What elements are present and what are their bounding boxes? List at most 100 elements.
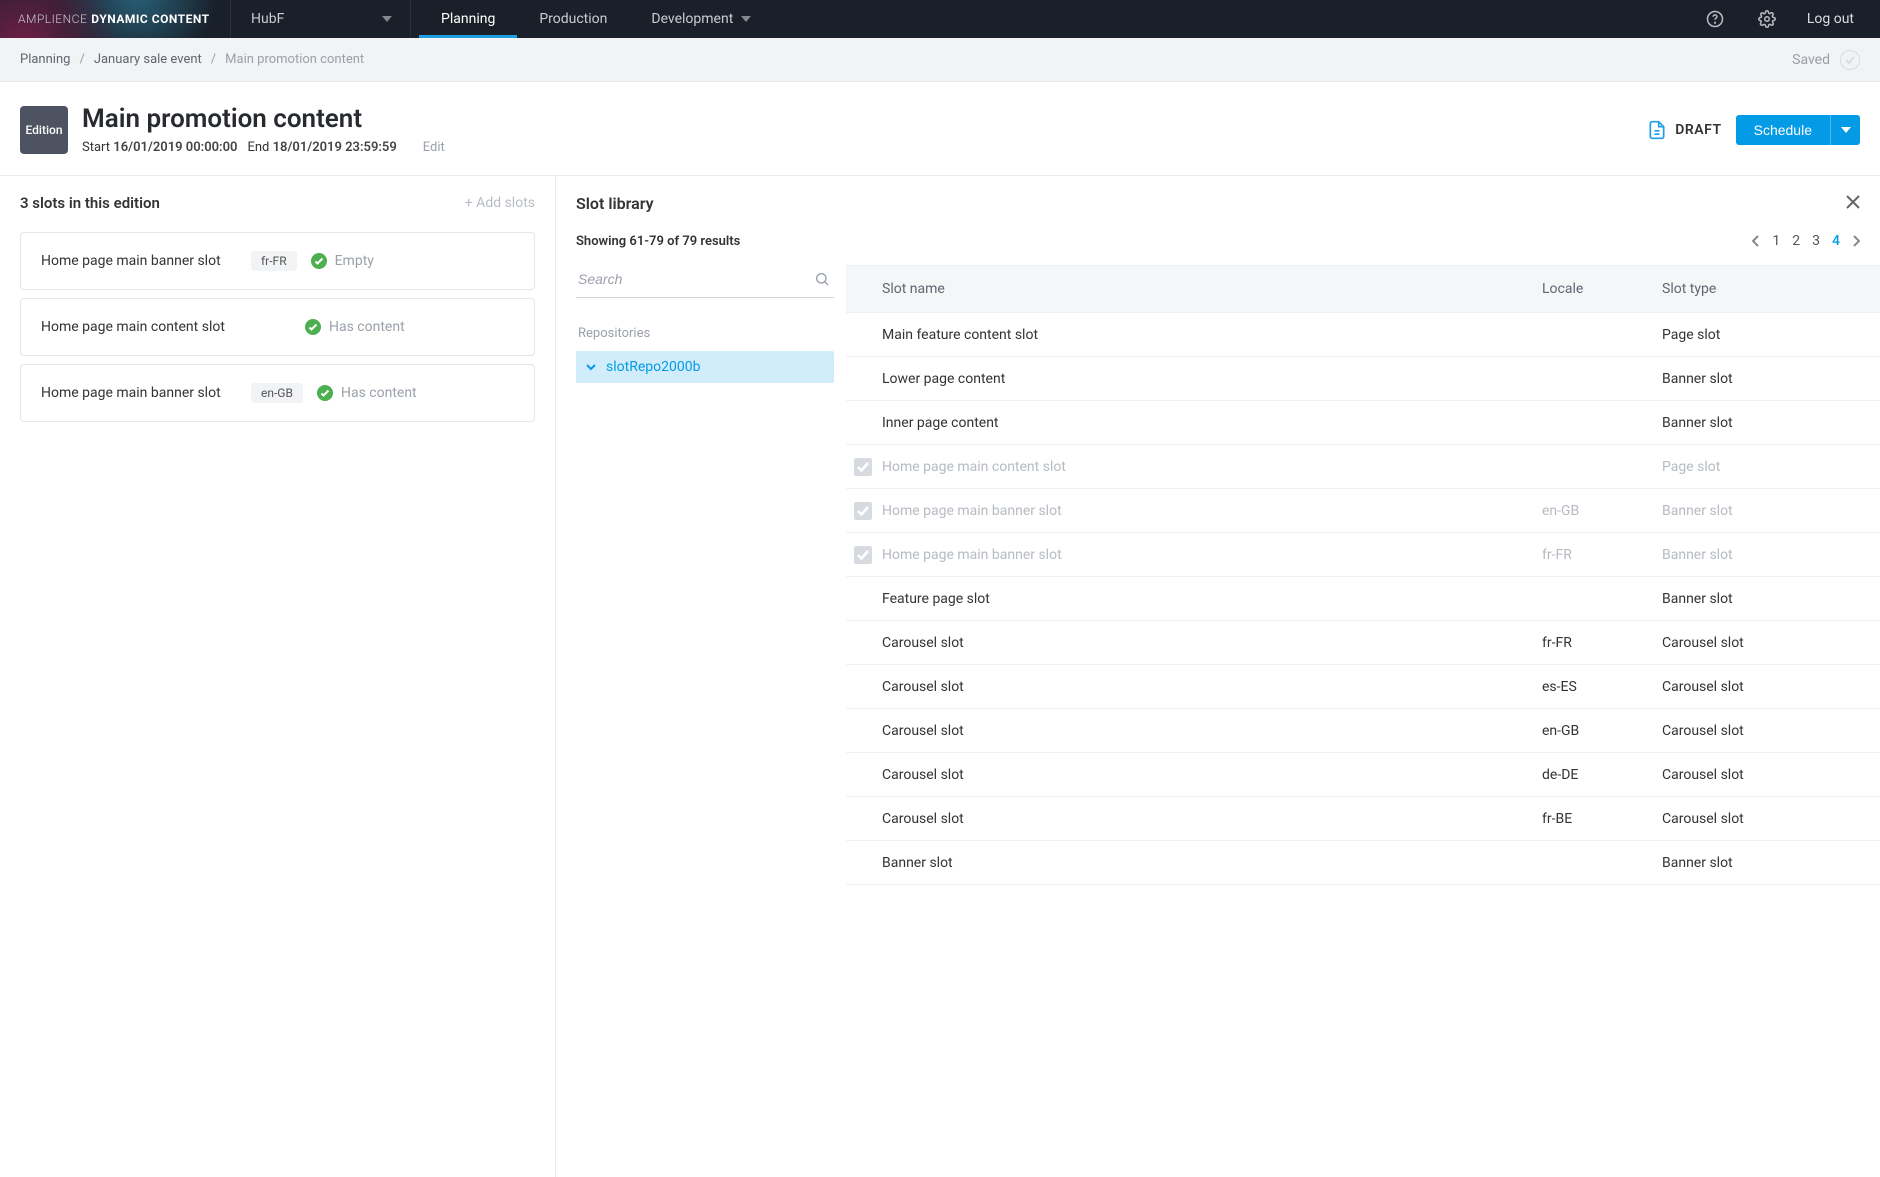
page-number[interactable]: 4 — [1832, 233, 1840, 249]
edition-slot-card[interactable]: Home page main banner slot fr-FR Empty — [20, 232, 535, 290]
chevron-left-icon[interactable] — [1752, 235, 1760, 247]
cell-type: Page slot — [1662, 459, 1862, 475]
slot-status: Empty — [311, 253, 374, 269]
repositories-label: Repositories — [578, 326, 834, 341]
tab-planning[interactable]: Planning — [419, 0, 517, 38]
cell-name: Home page main content slot — [882, 459, 1542, 475]
checkbox-checked-icon — [854, 458, 872, 476]
hub-name: HubF — [251, 11, 284, 27]
main-nav-tabs: Planning Production Development — [419, 0, 773, 38]
topbar-right: Log out — [1703, 0, 1880, 38]
status-badge: DRAFT — [1647, 120, 1721, 140]
slot-name: Home page main banner slot — [41, 385, 251, 401]
schedule-caret-button[interactable] — [1830, 115, 1860, 145]
brand-logo: AMPLIENCE DYNAMIC CONTENT — [0, 0, 231, 38]
cell-locale: en-GB — [1542, 503, 1662, 519]
chevron-down-icon — [586, 364, 596, 371]
cell-type: Carousel slot — [1662, 767, 1862, 783]
page-number[interactable]: 1 — [1772, 233, 1780, 249]
slot-name: Home page main banner slot — [41, 253, 251, 269]
cell-type: Carousel slot — [1662, 723, 1862, 739]
edition-header: Edition Main promotion content Start 16/… — [0, 82, 1880, 176]
cell-type: Carousel slot — [1662, 811, 1862, 827]
slot-library-title: Slot library — [576, 194, 654, 213]
edition-badge: Edition — [20, 106, 68, 154]
page-number[interactable]: 2 — [1792, 233, 1800, 249]
breadcrumb-planning[interactable]: Planning — [20, 52, 70, 67]
table-row: Home page main banner slot en-GB Banner … — [846, 489, 1880, 533]
cell-locale: es-ES — [1542, 679, 1662, 695]
tab-development[interactable]: Development — [629, 0, 773, 38]
table-row[interactable]: Main feature content slot Page slot — [846, 313, 1880, 357]
page-title: Main promotion content — [82, 104, 445, 134]
col-slot-type: Slot type — [1662, 281, 1862, 297]
cell-type: Banner slot — [1662, 415, 1862, 431]
checkbox-checked-icon — [854, 546, 872, 564]
table-row: Home page main content slot Page slot — [846, 445, 1880, 489]
breadcrumb-bar: Planning / January sale event / Main pro… — [0, 38, 1880, 82]
cell-locale: de-DE — [1542, 767, 1662, 783]
cell-name: Carousel slot — [882, 723, 1542, 739]
library-filters: Repositories slotRepo2000b — [576, 265, 846, 1177]
table-row[interactable]: Inner page content Banner slot — [846, 401, 1880, 445]
caret-down-icon — [1841, 127, 1851, 133]
edition-slot-card[interactable]: Home page main banner slot en-GB Has con… — [20, 364, 535, 422]
cell-type: Carousel slot — [1662, 635, 1862, 651]
cell-name: Carousel slot — [882, 767, 1542, 783]
add-slots-button[interactable]: + Add slots — [465, 195, 535, 211]
search-input[interactable] — [578, 271, 814, 287]
cell-type: Banner slot — [1662, 371, 1862, 387]
tab-production[interactable]: Production — [517, 0, 629, 38]
page-number[interactable]: 3 — [1812, 233, 1820, 249]
cell-type: Page slot — [1662, 327, 1862, 343]
document-icon — [1647, 120, 1667, 140]
cell-name: Carousel slot — [882, 635, 1542, 651]
locale-chip: en-GB — [251, 383, 303, 403]
schedule-button[interactable]: Schedule — [1736, 115, 1830, 145]
breadcrumb-event[interactable]: January sale event — [94, 52, 202, 67]
check-icon — [1840, 50, 1860, 70]
table-row[interactable]: Carousel slot en-GB Carousel slot — [846, 709, 1880, 753]
hub-selector[interactable]: HubF — [231, 0, 411, 38]
table-row: Home page main banner slot fr-FR Banner … — [846, 533, 1880, 577]
table-row[interactable]: Lower page content Banner slot — [846, 357, 1880, 401]
saved-label: Saved — [1792, 52, 1830, 68]
table-row[interactable]: Carousel slot fr-BE Carousel slot — [846, 797, 1880, 841]
caret-down-icon — [741, 16, 751, 22]
brand-text-light: AMPLIENCE — [18, 12, 87, 26]
table-row[interactable]: Carousel slot de-DE Carousel slot — [846, 753, 1880, 797]
logout-link[interactable]: Log out — [1807, 11, 1854, 27]
cell-type: Banner slot — [1662, 855, 1862, 871]
search-field[interactable] — [576, 265, 834, 298]
edition-slots-heading: 3 slots in this edition — [20, 194, 160, 212]
save-status: Saved — [1792, 50, 1860, 70]
cell-type: Carousel slot — [1662, 679, 1862, 695]
slot-status: Has content — [317, 385, 417, 401]
edition-header-actions: DRAFT Schedule — [1647, 115, 1860, 145]
cell-type: Banner slot — [1662, 591, 1862, 607]
table-row[interactable]: Carousel slot fr-FR Carousel slot — [846, 621, 1880, 665]
chevron-right-icon[interactable] — [1852, 235, 1860, 247]
edit-dates-link[interactable]: Edit — [423, 140, 445, 155]
cell-name: Carousel slot — [882, 679, 1542, 695]
cell-locale: en-GB — [1542, 723, 1662, 739]
repository-item[interactable]: slotRepo2000b — [576, 351, 834, 383]
table-row[interactable]: Feature page slot Banner slot — [846, 577, 1880, 621]
edition-slot-card[interactable]: Home page main content slot xx Has conte… — [20, 298, 535, 356]
check-circle-icon — [305, 319, 321, 335]
breadcrumb: Planning / January sale event / Main pro… — [20, 52, 364, 67]
col-slot-name: Slot name — [882, 281, 1542, 297]
cell-name: Feature page slot — [882, 591, 1542, 607]
gear-icon[interactable] — [1755, 7, 1779, 31]
library-table: Slot name Locale Slot type Main feature … — [846, 265, 1880, 1177]
table-row[interactable]: Carousel slot es-ES Carousel slot — [846, 665, 1880, 709]
search-icon — [814, 271, 830, 287]
cell-type: Banner slot — [1662, 547, 1862, 563]
cell-locale: fr-BE — [1542, 811, 1662, 827]
col-locale: Locale — [1542, 281, 1662, 297]
table-row[interactable]: Banner slot Banner slot — [846, 841, 1880, 885]
help-icon[interactable] — [1703, 7, 1727, 31]
slot-library-panel: Slot library Showing 61-79 of 79 results… — [556, 176, 1880, 1177]
pagination: 1234 — [1752, 233, 1860, 249]
close-icon[interactable] — [1846, 195, 1860, 213]
